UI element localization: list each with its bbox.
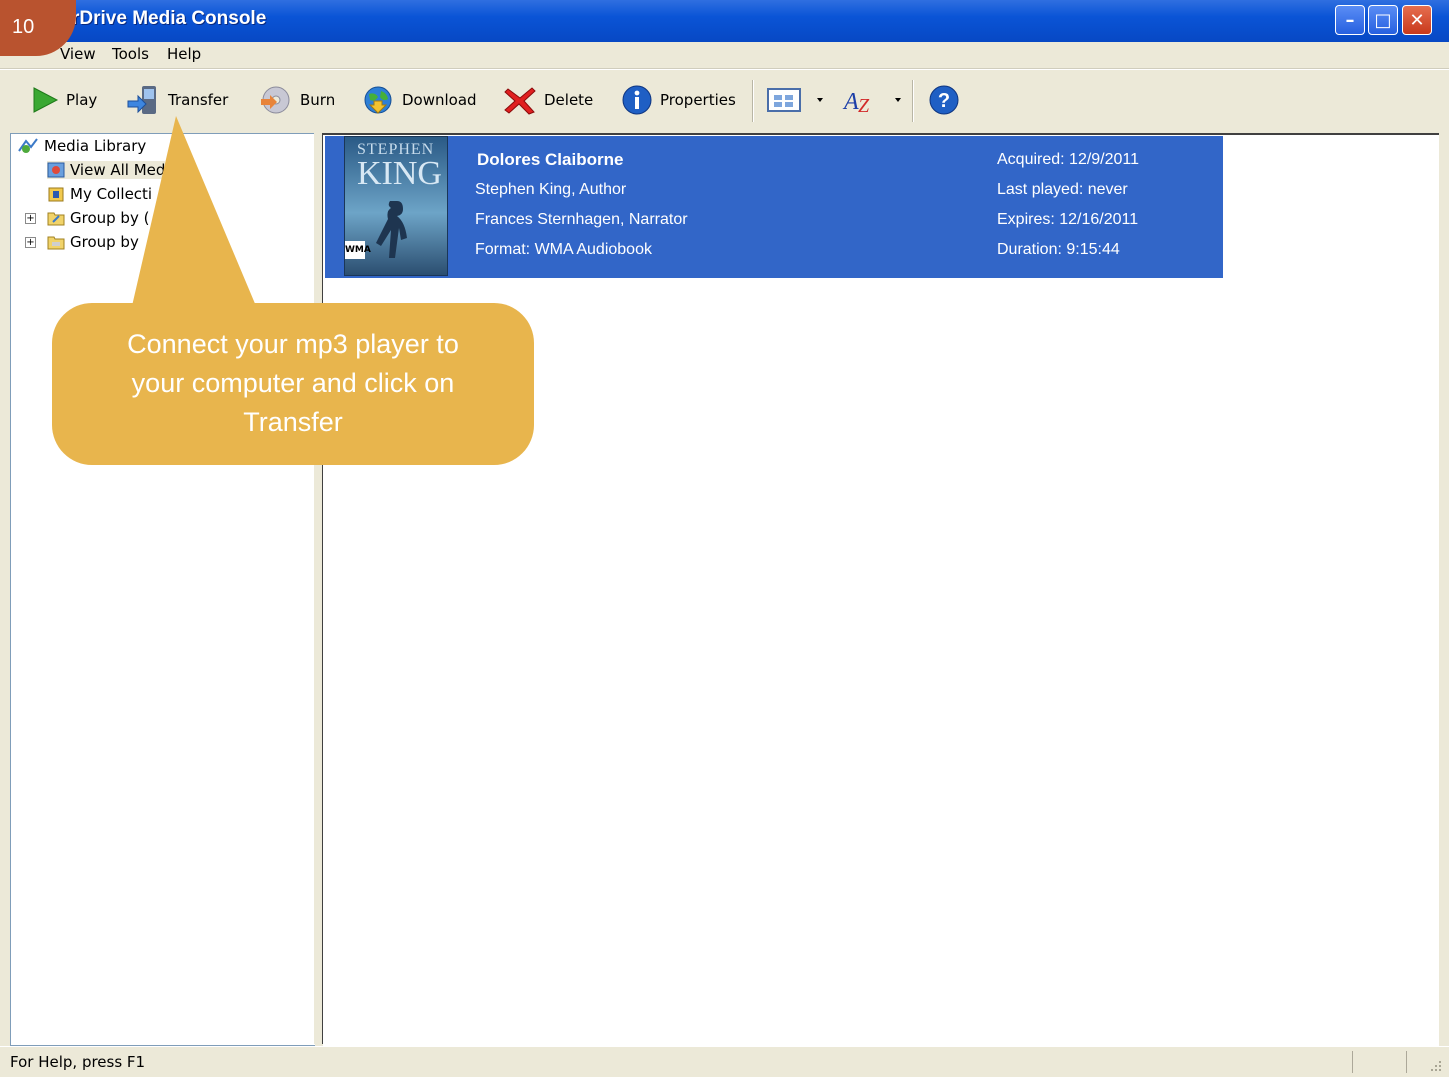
red-x-icon: [504, 87, 536, 115]
resize-grip-icon[interactable]: [1425, 1055, 1443, 1073]
play-label: Play: [66, 91, 98, 109]
minimize-icon: –: [1345, 9, 1355, 31]
expand-toggle[interactable]: +: [25, 237, 36, 248]
properties-label: Properties: [660, 91, 736, 109]
tree-item-my-collection[interactable]: My Collecti: [47, 185, 152, 203]
toolbar: Play Transfer Burn Download Delete Prope…: [0, 69, 1449, 132]
svg-text:Z: Z: [858, 95, 870, 115]
download-button[interactable]: Download: [360, 82, 477, 118]
library-tree: Media Library View All Med My Collecti +…: [10, 133, 315, 1046]
callout-line: Transfer: [243, 407, 343, 437]
tree-item-label: View All Med: [70, 161, 166, 179]
tree-item-group-by-2[interactable]: Group by: [47, 233, 139, 251]
title-author: Stephen King, Author: [475, 181, 627, 198]
title-last-played: Last played: never: [997, 181, 1128, 198]
transfer-icon: [127, 86, 156, 114]
transfer-label: Transfer: [168, 91, 229, 109]
view-grid-icon: [767, 88, 823, 112]
tree-root-label: Media Library: [44, 137, 147, 155]
view-options-button[interactable]: [766, 82, 824, 118]
minimize-button[interactable]: –: [1335, 5, 1365, 35]
folder-icon: [47, 236, 65, 250]
title-format: Format: WMA Audiobook: [475, 241, 652, 258]
menu-bar: View Tools Help: [0, 42, 1449, 69]
tree-item-label: My Collecti: [70, 185, 153, 203]
properties-button[interactable]: Properties: [620, 82, 736, 118]
callout-line: your computer and click on: [131, 368, 455, 398]
play-icon: [33, 87, 59, 113]
cover-art: STEPHEN KING WMA: [344, 136, 448, 276]
callout-text: Connect your mp3 player to your computer…: [52, 325, 534, 442]
tree-item-label: Group by (: [70, 209, 150, 227]
cover-figure-icon: [376, 201, 407, 258]
delete-label: Delete: [544, 91, 594, 109]
title-name: Dolores Claiborne: [477, 150, 624, 169]
menu-tools[interactable]: Tools: [112, 45, 149, 63]
slide-number: 10: [12, 16, 35, 38]
cover-author-last: KING: [357, 155, 442, 192]
sort-button[interactable]: AZ: [842, 82, 904, 118]
tree-item-label: Group by: [70, 233, 139, 251]
toolbar-separator: [752, 80, 754, 122]
close-button[interactable]: ✕: [1402, 5, 1432, 35]
info-icon: [622, 85, 652, 115]
sort-az-icon: AZ: [842, 89, 901, 115]
maximize-icon: □: [1374, 9, 1392, 31]
expand-toggle[interactable]: +: [25, 213, 36, 224]
tree-item-group-by-1[interactable]: Group by (: [47, 209, 149, 227]
title-acquired: Acquired: 12/9/2011: [997, 151, 1140, 168]
svg-text:?: ?: [938, 90, 950, 112]
tree-item-view-all[interactable]: View All Med: [47, 161, 166, 179]
svg-text:A: A: [842, 89, 859, 115]
wma-badge: WMA: [345, 241, 371, 259]
burn-label: Burn: [300, 91, 336, 109]
play-button[interactable]: Play: [30, 82, 97, 118]
title-duration: Duration: 9:15:44: [997, 241, 1120, 258]
media-library-icon: [18, 138, 38, 153]
maximize-button[interactable]: □: [1368, 5, 1398, 35]
title-expires: Expires: 12/16/2011: [997, 211, 1139, 228]
help-icon: ?: [929, 85, 959, 115]
help-button[interactable]: ?: [926, 82, 962, 118]
callout-line: Connect your mp3 player to: [127, 329, 459, 359]
toolbar-separator: [912, 80, 914, 122]
globe-download-icon: [364, 86, 392, 114]
delete-button[interactable]: Delete: [502, 82, 593, 118]
download-label: Download: [402, 91, 477, 109]
title-card-selected[interactable]: STEPHEN KING WMA Dolores Claiborne Steph…: [325, 136, 1223, 278]
title-bar: rDrive Media Console – □ ✕: [0, 0, 1449, 42]
menu-help[interactable]: Help: [167, 45, 201, 63]
burn-cd-icon: [261, 86, 290, 114]
view-all-icon: [47, 162, 65, 178]
menu-view[interactable]: View: [60, 45, 96, 63]
window-title: rDrive Media Console: [72, 8, 267, 29]
burn-button[interactable]: Burn: [258, 82, 335, 118]
collection-icon: [48, 187, 64, 202]
tree-item-media-library[interactable]: Media Library: [17, 137, 146, 155]
status-text: For Help, press F1: [10, 1053, 146, 1071]
status-bar: For Help, press F1: [0, 1046, 1449, 1077]
folder-icon: [47, 212, 65, 226]
status-cell: [1352, 1051, 1405, 1073]
title-narrator: Frances Sternhagen, Narrator: [475, 211, 688, 228]
close-icon: ✕: [1409, 9, 1425, 31]
transfer-button[interactable]: Transfer: [126, 82, 228, 118]
